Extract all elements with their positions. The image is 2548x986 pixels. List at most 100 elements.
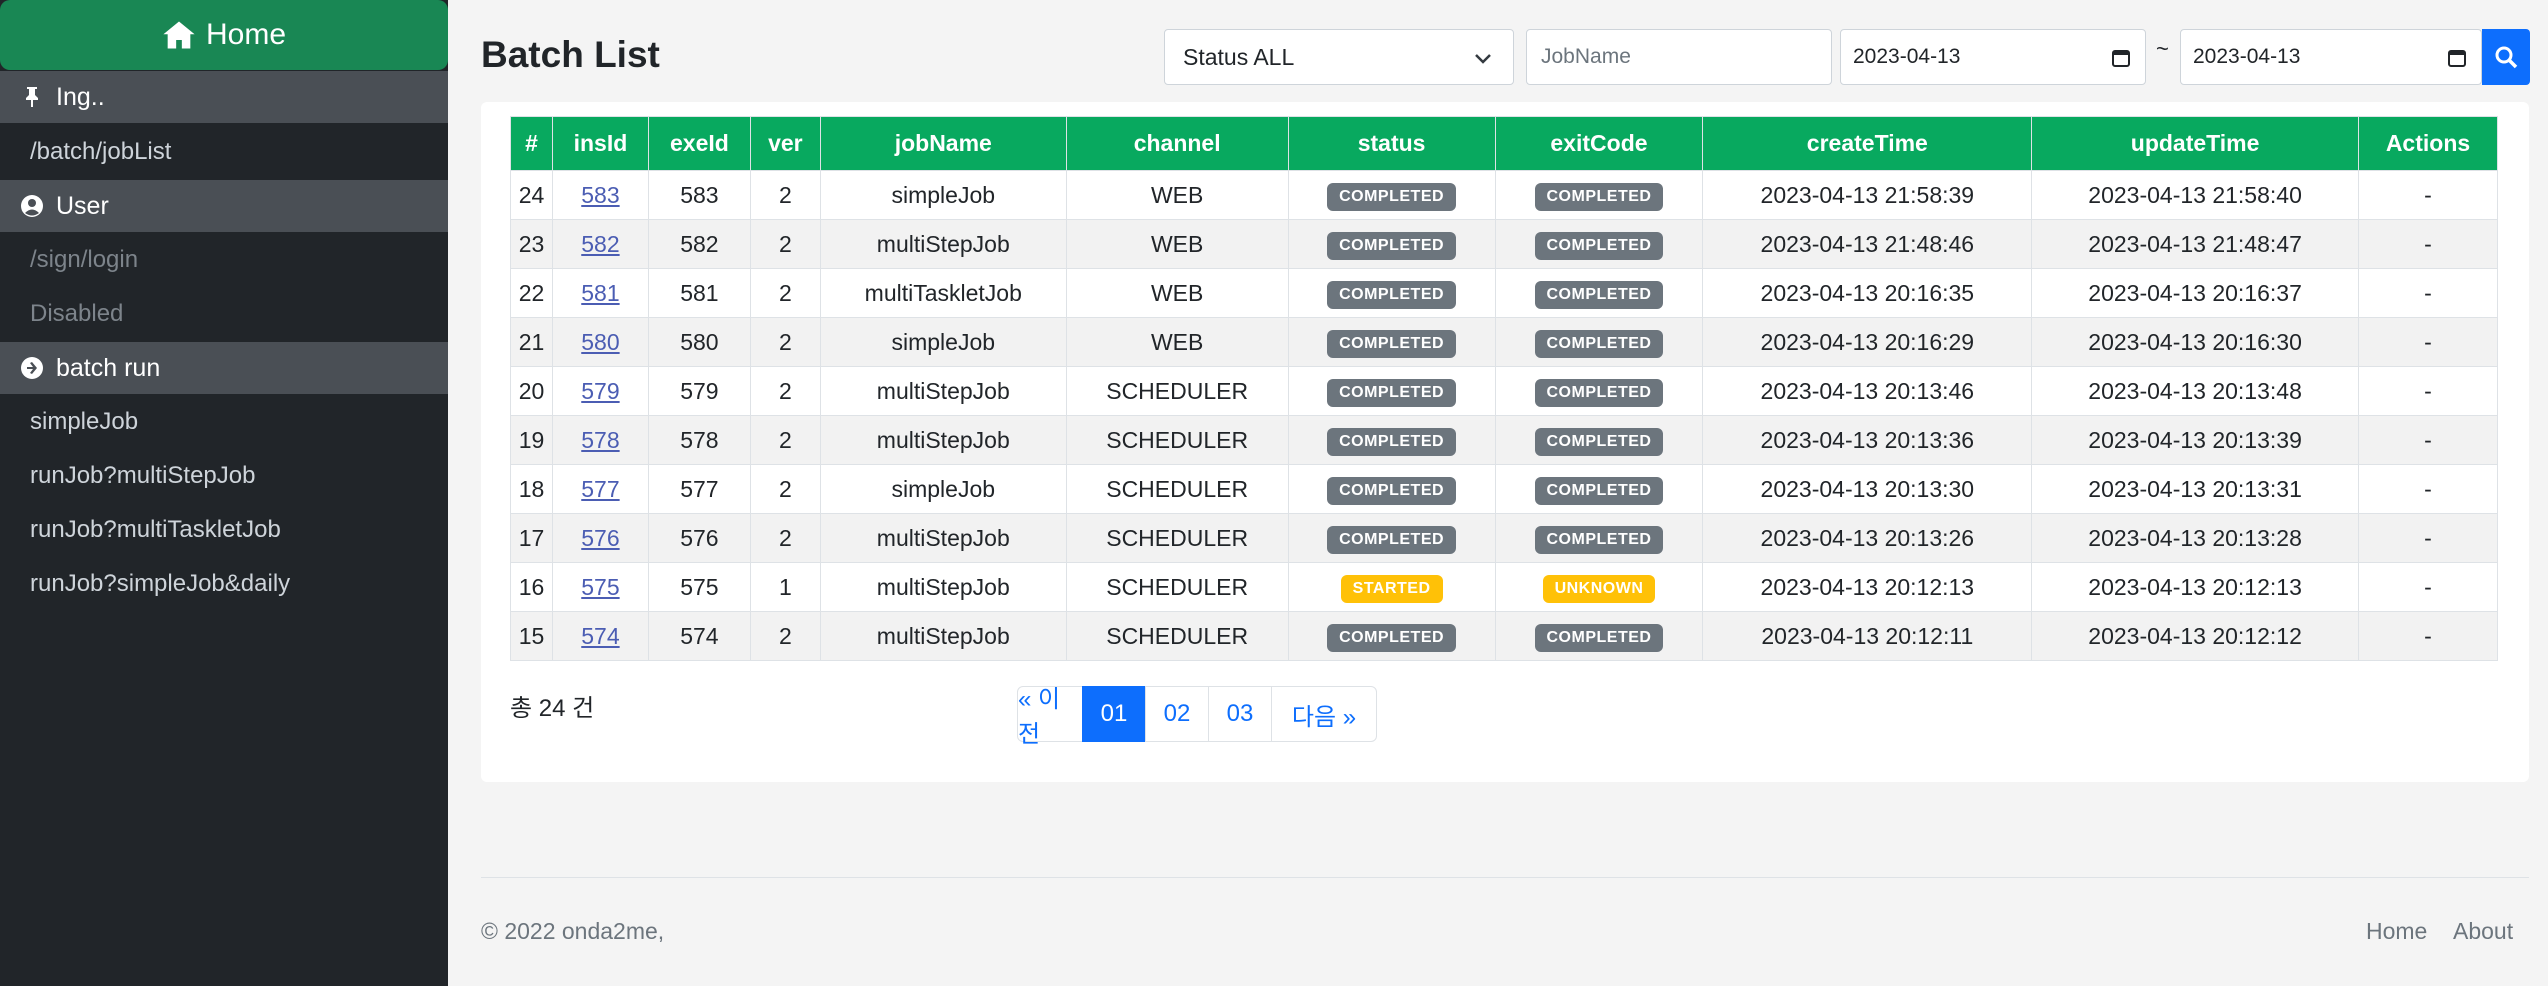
status-select[interactable]: Status ALL: [1164, 29, 1514, 85]
cell-channel: SCHEDULER: [1065, 562, 1289, 612]
cell-actions: -: [2357, 611, 2499, 661]
column-header[interactable]: exeId: [647, 116, 751, 171]
cell-exitcode: COMPLETED: [1494, 513, 1704, 563]
exit-code-badge: COMPLETED: [1534, 182, 1664, 211]
cell-status: COMPLETED: [1287, 317, 1496, 367]
instance-id-link[interactable]: 576: [581, 525, 619, 551]
cell-createtime: 2023-04-13 21:48:46: [1702, 219, 2033, 269]
cell-ver: 2: [749, 317, 821, 367]
date-from-input[interactable]: 2023-04-13: [1840, 29, 2146, 85]
column-header[interactable]: createTime: [1702, 116, 2033, 171]
cell-insid: 576: [551, 513, 649, 563]
page-title: Batch List: [481, 34, 660, 75]
pagination-page[interactable]: 02: [1145, 686, 1209, 742]
pagination-page[interactable]: 01: [1082, 686, 1146, 742]
cell-exitcode: COMPLETED: [1494, 464, 1704, 514]
cell-no: 19: [510, 415, 553, 465]
instance-id-link[interactable]: 575: [581, 574, 619, 600]
column-header[interactable]: Actions: [2357, 116, 2499, 171]
cell-ver: 2: [749, 415, 821, 465]
status-badge: COMPLETED: [1327, 182, 1457, 211]
column-header[interactable]: updateTime: [2031, 116, 2359, 171]
exit-code-badge: COMPLETED: [1534, 525, 1664, 554]
sidebar-section-ing[interactable]: Ing..: [0, 71, 448, 123]
pagination-prev[interactable]: « 이전: [1017, 686, 1083, 748]
sidebar-item-multitaskletjob[interactable]: runJob?multiTaskletJob: [30, 510, 281, 550]
date-separator: ~: [2156, 36, 2169, 61]
pagination-next[interactable]: 다음 »: [1271, 686, 1377, 742]
cell-status: COMPLETED: [1287, 464, 1496, 514]
instance-id-link[interactable]: 583: [581, 182, 619, 208]
cell-channel: WEB: [1065, 219, 1289, 269]
footer-link-about[interactable]: About: [2453, 918, 2513, 945]
table-row: 23 582 582 2 multiStepJob WEB COMPLETED COMPLET…: [510, 219, 2499, 269]
sidebar-item-login[interactable]: /sign/login: [30, 240, 138, 280]
cell-no: 22: [510, 268, 553, 318]
cell-ver: 2: [749, 170, 821, 220]
table-row: 16 575 575 1 multiStepJob SCHEDULER STARTED UNK…: [510, 562, 2499, 612]
cell-createtime: 2023-04-13 20:16:29: [1702, 317, 2033, 367]
sidebar-item-disabled: Disabled: [30, 300, 124, 327]
cell-createtime: 2023-04-13 20:13:30: [1702, 464, 2033, 514]
sidebar-item-multistepjob[interactable]: runJob?multiStepJob: [30, 456, 255, 496]
column-header[interactable]: status: [1287, 116, 1496, 171]
column-header[interactable]: #: [510, 116, 553, 171]
column-header[interactable]: exitCode: [1494, 116, 1704, 171]
instance-id-link[interactable]: 581: [581, 280, 619, 306]
instance-id-link[interactable]: 582: [581, 231, 619, 257]
search-button[interactable]: [2482, 29, 2530, 85]
instance-id-link[interactable]: 578: [581, 427, 619, 453]
cell-createtime: 2023-04-13 20:13:36: [1702, 415, 2033, 465]
cell-exitcode: COMPLETED: [1494, 268, 1704, 318]
cell-ver: 2: [749, 366, 821, 416]
jobname-input[interactable]: [1526, 29, 1832, 85]
instance-id-link[interactable]: 577: [581, 476, 619, 502]
total-count: 총 24 건: [510, 695, 595, 722]
instance-id-link[interactable]: 574: [581, 623, 619, 649]
sidebar-section-label: Ing..: [56, 82, 105, 111]
cell-actions: -: [2357, 317, 2499, 367]
footer-copyright: © 2022 onda2me,: [481, 918, 665, 944]
status-badge: COMPLETED: [1327, 231, 1457, 260]
cell-ver: 2: [749, 513, 821, 563]
cell-updatetime: 2023-04-13 21:48:47: [2031, 219, 2359, 269]
cell-exitcode: COMPLETED: [1494, 317, 1704, 367]
cell-insid: 581: [551, 268, 649, 318]
cell-updatetime: 2023-04-13 20:13:39: [2031, 415, 2359, 465]
cell-jobname: multiTaskletJob: [819, 268, 1067, 318]
cell-channel: SCHEDULER: [1065, 415, 1289, 465]
pin-icon: [26, 87, 38, 107]
cell-channel: SCHEDULER: [1065, 611, 1289, 661]
arrow-circle-right-icon: [21, 357, 43, 379]
status-badge: COMPLETED: [1327, 427, 1457, 456]
pagination: « 이전 01 02 03 다음 »: [1017, 686, 1377, 748]
column-header[interactable]: ver: [749, 116, 821, 171]
column-header[interactable]: insId: [551, 116, 649, 171]
sidebar-section-user[interactable]: User: [0, 180, 448, 232]
column-header[interactable]: jobName: [819, 116, 1067, 171]
cell-actions: -: [2357, 415, 2499, 465]
sidebar-section-batch-run[interactable]: batch run: [0, 342, 448, 394]
cell-exeid: 582: [647, 219, 751, 269]
pagination-page[interactable]: 03: [1208, 686, 1272, 742]
user-circle-icon: [21, 195, 43, 217]
cell-ver: 2: [749, 464, 821, 514]
sidebar-item-simplejob-daily[interactable]: runJob?simpleJob&daily: [30, 564, 290, 604]
footer-link-home[interactable]: Home: [2366, 918, 2427, 945]
date-to-input[interactable]: 2023-04-13: [2180, 29, 2482, 85]
cell-ver: 2: [749, 611, 821, 661]
cell-insid: 578: [551, 415, 649, 465]
cell-actions: -: [2357, 366, 2499, 416]
cell-no: 21: [510, 317, 553, 367]
cell-createtime: 2023-04-13 20:16:35: [1702, 268, 2033, 318]
sidebar-item-simplejob[interactable]: simpleJob: [30, 402, 138, 442]
column-header[interactable]: channel: [1065, 116, 1289, 171]
cell-insid: 580: [551, 317, 649, 367]
sidebar: Home Ing.. /batch/jobList User /sign/log…: [0, 0, 448, 986]
instance-id-link[interactable]: 579: [581, 378, 619, 404]
instance-id-link[interactable]: 580: [581, 329, 619, 355]
cell-insid: 574: [551, 611, 649, 661]
cell-ver: 2: [749, 268, 821, 318]
home-button[interactable]: Home: [0, 0, 448, 70]
sidebar-item-joblist[interactable]: /batch/jobList: [30, 132, 171, 172]
